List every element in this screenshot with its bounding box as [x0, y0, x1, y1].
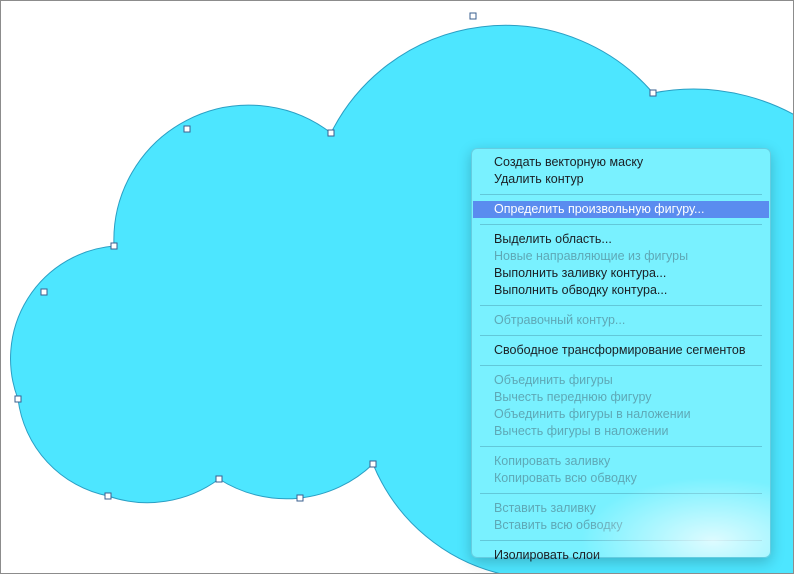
anchor-point[interactable]: [296, 494, 304, 502]
menu-separator: [480, 305, 762, 306]
menu-item-unite-shapes-overlap: Объединить фигуры в наложении: [494, 407, 691, 421]
context-menu: Создать векторную маску Удалить контур Опр…: [471, 148, 771, 562]
menu-separator: [480, 224, 762, 225]
document-canvas[interactable]: Создать векторную маску Удалить контур Опр…: [0, 0, 794, 574]
menu-separator: [480, 335, 762, 336]
menu-item-isolate-layers[interactable]: Изолировать слои: [473, 547, 769, 564]
anchor-point[interactable]: [110, 242, 118, 250]
menu-item-fill-path[interactable]: Выполнить заливку контура...: [473, 265, 769, 282]
menu-item-copy-all-strokes: Копировать всю обводку: [494, 471, 637, 485]
menu-item-define-custom-shape[interactable]: Определить произвольную фигуру...: [473, 201, 769, 218]
menu-item-paste-fill: Вставить заливку: [494, 501, 596, 515]
menu-item-clipping-path: Обтравочный контур...: [494, 313, 626, 327]
anchor-point[interactable]: [469, 12, 477, 20]
menu-item-new-guides-from-shape: Новые направляющие из фигуры: [494, 249, 689, 263]
menu-item-stroke-path[interactable]: Выполнить обводку контура...: [473, 282, 769, 299]
anchor-point[interactable]: [104, 492, 112, 500]
menu-separator: [480, 493, 762, 494]
menu-item-unite-shapes: Объединить фигуры: [494, 373, 613, 387]
anchor-point[interactable]: [40, 288, 48, 296]
menu-item-copy-fill: Копировать заливку: [494, 454, 611, 468]
context-menu-list: Создать векторную маску Удалить контур Опр…: [472, 154, 770, 564]
anchor-point[interactable]: [369, 460, 377, 468]
menu-item-subtract-front-shape: Вычесть переднюю фигуру: [494, 390, 652, 404]
anchor-point[interactable]: [215, 475, 223, 483]
menu-separator: [480, 365, 762, 366]
anchor-point[interactable]: [649, 89, 657, 97]
menu-item-free-transform-segments[interactable]: Свободное трансформирование сегментов: [473, 342, 769, 359]
menu-separator: [480, 446, 762, 447]
anchor-point[interactable]: [183, 125, 191, 133]
anchor-point[interactable]: [14, 395, 22, 403]
menu-item-delete-path[interactable]: Удалить контур: [473, 171, 769, 188]
menu-item-paste-all-strokes: Вставить всю обводку: [494, 518, 623, 532]
anchor-point[interactable]: [327, 129, 335, 137]
menu-item-subtract-shapes-overlap: Вычесть фигуры в наложении: [494, 424, 669, 438]
menu-item-make-selection[interactable]: Выделить область...: [473, 231, 769, 248]
menu-separator: [480, 540, 762, 541]
menu-separator: [480, 194, 762, 195]
menu-item-create-vector-mask[interactable]: Создать векторную маску: [473, 154, 769, 171]
